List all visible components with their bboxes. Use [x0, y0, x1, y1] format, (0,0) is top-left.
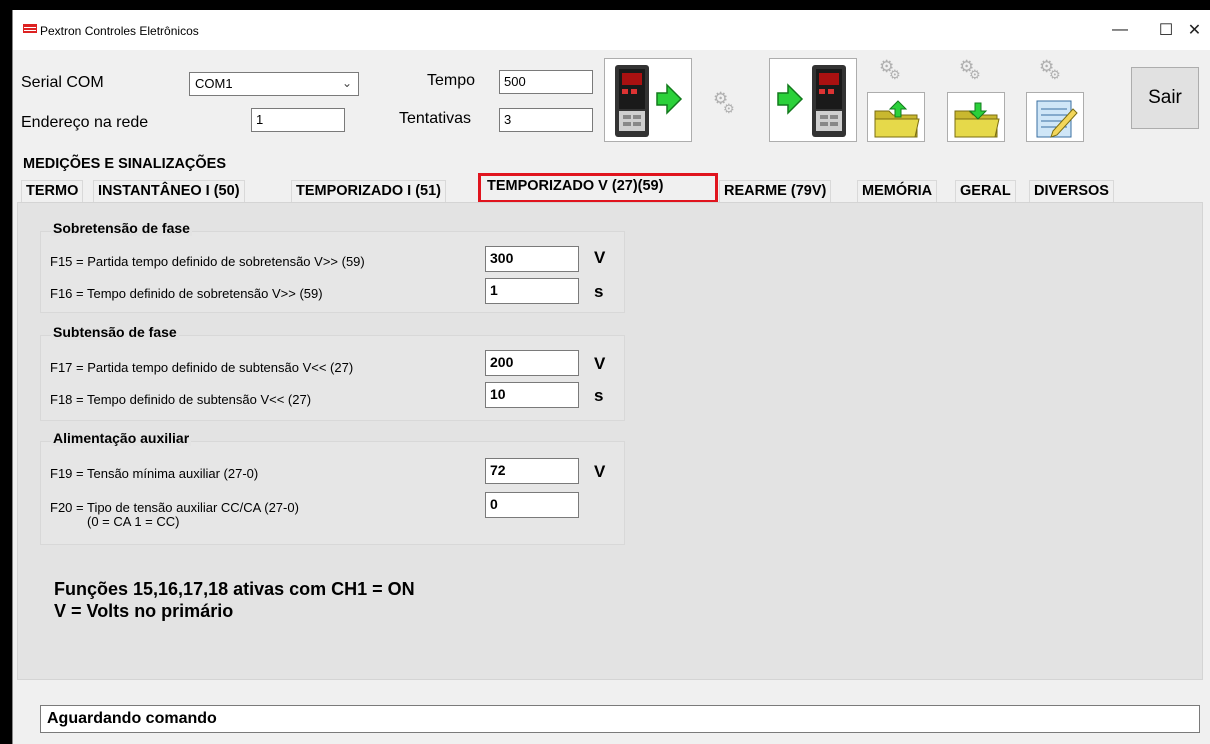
main-window: Pextron Controles Eletrônicos — ☐ ✕ Seri…	[12, 10, 1210, 744]
serial-com-label: Serial COM	[21, 74, 104, 91]
device-write-icon	[777, 65, 846, 137]
f15-input[interactable]: 300	[485, 246, 579, 272]
serial-com-value: COM1	[195, 76, 233, 91]
address-label: Endereço na rede	[21, 114, 149, 131]
read-device-button[interactable]	[604, 58, 692, 142]
tab-medicoes-sinalizacoes[interactable]: MEDIÇÕES E SINALIZAÇÕES	[13, 154, 231, 176]
f20-label-options: (0 = CA 1 = CC)	[87, 514, 180, 529]
f19-label: F19 = Tensão mínima auxiliar (27-0)	[50, 466, 259, 481]
f18-input[interactable]: 10	[485, 382, 579, 408]
window-title: Pextron Controles Eletrônicos	[40, 24, 199, 38]
f19-input[interactable]: 72	[485, 458, 579, 484]
tab-rearme[interactable]: REARME (79V)	[719, 180, 832, 202]
tempo-label: Tempo	[427, 72, 476, 89]
sair-button[interactable]: Sair	[1131, 67, 1199, 129]
f15-label: F15 = Partida tempo definido de sobreten…	[50, 254, 365, 269]
chevron-down-icon: ⌄	[341, 76, 352, 90]
group-title: Alimentação auxiliar	[51, 430, 192, 446]
tab-diversos[interactable]: DIVERSOS	[1029, 180, 1114, 202]
group-title: Sobretensão de fase	[51, 220, 192, 236]
tab-content-panel: Sobretensão de fase F15 = Partida tempo …	[17, 202, 1203, 680]
f16-input[interactable]: 1	[485, 278, 579, 304]
serial-com-select[interactable]: COM1 ⌄	[189, 72, 359, 96]
f18-label: F18 = Tempo definido de subtensão V<< (2…	[50, 392, 312, 407]
close-button[interactable]: ✕	[1178, 10, 1210, 50]
f16-unit: s	[594, 282, 604, 301]
note-volts-primary: V = Volts no primário	[54, 601, 234, 621]
device-read-icon	[615, 65, 683, 137]
tab-temporizado-i[interactable]: TEMPORIZADO I (51)	[291, 180, 447, 202]
tab-geral[interactable]: GERAL	[955, 180, 1016, 202]
gears-icon: ⚙	[889, 67, 901, 82]
f17-input[interactable]: 200	[485, 350, 579, 376]
gears-icon: ⚙	[969, 67, 981, 82]
group-subtensao: Subtensão de fase F17 = Partida tempo de…	[40, 324, 625, 421]
write-device-button[interactable]	[769, 58, 857, 142]
group-alimentacao: Alimentação auxiliar F19 = Tensão mínima…	[40, 430, 625, 545]
tentativas-label: Tentativas	[399, 110, 472, 127]
minimize-button[interactable]: —	[1097, 10, 1143, 50]
status-bar: Aguardando comando	[40, 705, 1200, 733]
group-sobretensao: Sobretensão de fase F15 = Partida tempo …	[40, 220, 625, 313]
f17-label: F17 = Partida tempo definido de subtensã…	[50, 360, 354, 375]
open-file-button[interactable]	[867, 92, 925, 142]
tab-memoria[interactable]: MEMÓRIA	[857, 180, 938, 202]
tab-instantaneo[interactable]: INSTANTÂNEO I (50)	[93, 180, 245, 202]
folder-download-icon	[954, 102, 1000, 138]
edit-button[interactable]	[1026, 92, 1084, 142]
f16-label: F16 = Tempo definido de sobretensão V>> …	[50, 286, 323, 301]
tab-termo[interactable]: TERMO	[21, 180, 84, 202]
note-functions-active: Funções 15,16,17,18 ativas com CH1 = ON	[54, 579, 415, 599]
gears-icon: ⚙	[723, 101, 735, 116]
edit-notepad-icon	[1036, 100, 1078, 138]
title-bar: Pextron Controles Eletrônicos — ☐ ✕	[13, 10, 1210, 50]
f17-unit: V	[594, 354, 606, 373]
tentativas-input[interactable]: 3	[499, 108, 593, 132]
address-input[interactable]: 1	[251, 108, 345, 132]
folder-upload-icon	[874, 100, 920, 138]
gears-icon: ⚙	[1049, 67, 1061, 82]
f19-unit: V	[594, 462, 606, 481]
tempo-input[interactable]: 500	[499, 70, 593, 94]
f20-input[interactable]: 0	[485, 492, 579, 518]
active-tab-highlight	[478, 173, 718, 203]
app-logo-icon	[23, 24, 37, 33]
f15-unit: V	[594, 248, 606, 267]
save-file-button[interactable]	[947, 92, 1005, 142]
group-title: Subtensão de fase	[51, 324, 179, 340]
f18-unit: s	[594, 386, 604, 405]
f20-label: F20 = Tipo de tensão auxiliar CC/CA (27-…	[50, 500, 299, 515]
